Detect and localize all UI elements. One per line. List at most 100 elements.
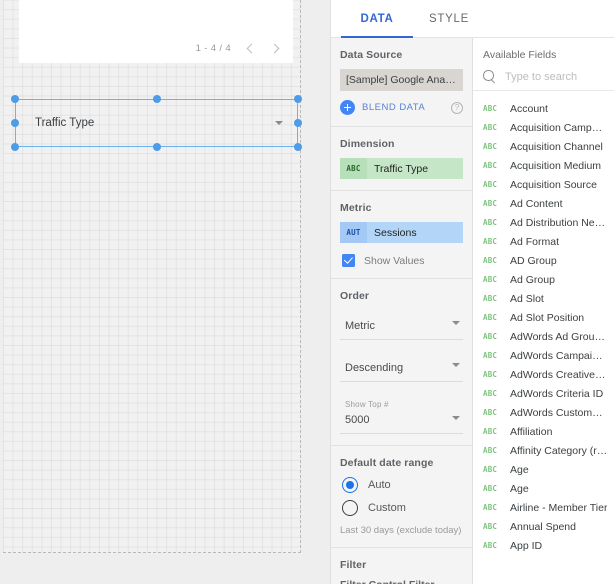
field-list-item[interactable]: ABC Ad Content [473, 194, 614, 213]
filter-control-widget[interactable]: Traffic Type [11, 95, 302, 151]
section-filter: Filter Filter Control Filter [331, 548, 472, 584]
resize-handle-middle-left[interactable] [11, 119, 19, 127]
date-range-option-auto[interactable]: Auto [340, 477, 463, 493]
tab-style[interactable]: STYLE [413, 0, 485, 37]
available-fields-list[interactable]: ABC Account ABC Acquisition Campaign ABC Acqu… [473, 95, 614, 555]
tab-data[interactable]: DATA [341, 0, 413, 38]
section-dimension: Dimension ABC Traffic Type [331, 127, 472, 191]
radio-selected-icon[interactable] [342, 477, 358, 493]
resize-handle-bottom-left[interactable] [11, 143, 19, 151]
resize-handle-top-left[interactable] [11, 95, 19, 103]
field-list-item-label: Age [510, 463, 529, 476]
field-list-item[interactable]: ABC Age [473, 460, 614, 479]
field-list-item[interactable]: ABC AdWords Campaign ID [473, 346, 614, 365]
abc-type-icon: ABC [483, 123, 498, 132]
abc-type-icon: ABC [483, 522, 498, 531]
checkbox-icon[interactable] [342, 254, 355, 267]
dimension-title: Dimension [340, 138, 395, 150]
field-list-item[interactable]: ABC Acquisition Source [473, 175, 614, 194]
filter-control-filter-label: Filter Control Filter [340, 579, 463, 584]
data-source-chip[interactable]: [Sample] Google Analyti... [340, 69, 463, 91]
show-values-checkbox-row[interactable]: Show Values [340, 254, 463, 267]
chevron-down-icon[interactable] [452, 416, 460, 420]
field-list-item[interactable]: ABC Ad Distribution Netwo... [473, 213, 614, 232]
date-range-option-custom[interactable]: Custom [340, 500, 463, 516]
field-list-item[interactable]: ABC Age [473, 479, 614, 498]
resize-handle-bottom-right[interactable] [294, 143, 302, 151]
date-range-title: Default date range [340, 457, 434, 469]
section-data-source: Data Source [Sample] Google Analyti... B… [331, 38, 472, 127]
abc-type-icon: ABC [483, 142, 498, 151]
search-input[interactable]: Type to search [505, 71, 577, 83]
help-icon[interactable]: ? [451, 101, 463, 114]
field-list-item-label: Acquisition Medium [510, 159, 602, 172]
field-list-item[interactable]: ABC Affiliation [473, 422, 614, 441]
field-list-item-label: Ad Group [510, 273, 555, 286]
metric-title: Metric [340, 202, 372, 214]
chevron-down-icon[interactable] [275, 121, 283, 125]
field-search-row[interactable]: Type to search [473, 70, 614, 91]
search-icon [483, 70, 496, 83]
resize-handle-middle-right[interactable] [294, 119, 302, 127]
show-values-label: Show Values [364, 254, 425, 267]
field-list-item[interactable]: ABC Account [473, 99, 614, 118]
table-widget[interactable]: 1 - 4 / 4 [19, 0, 293, 63]
abc-type-icon: ABC [483, 313, 498, 322]
field-list-item-label: Account [510, 102, 548, 115]
chevron-right-icon[interactable] [270, 42, 283, 55]
properties-panel: DATA STYLE Data Source [Sample] Google A… [330, 0, 614, 584]
field-list-item[interactable]: ABC AdWords Criteria ID [473, 384, 614, 403]
field-list-item-label: AD Group [510, 254, 557, 267]
dimension-field-chip[interactable]: ABC Traffic Type [340, 158, 463, 179]
field-list-item[interactable]: ABC AdWords Customer ID [473, 403, 614, 422]
field-list-item[interactable]: ABC AD Group [473, 251, 614, 270]
field-list-item[interactable]: ABC AdWords Ad Group ID [473, 327, 614, 346]
report-canvas-area[interactable]: 1 - 4 / 4 Traffic Type [0, 0, 330, 584]
field-list-item[interactable]: ABC Affinity Category (reac... [473, 441, 614, 460]
radio-unselected-icon[interactable] [342, 500, 358, 516]
resize-handle-bottom-center[interactable] [152, 143, 161, 151]
order-sort-by-select[interactable]: Metric [340, 310, 463, 340]
field-list-item-label: Acquisition Campaign [510, 121, 608, 134]
field-list-item[interactable]: ABC Acquisition Channel [473, 137, 614, 156]
pagination-count: 1 - 4 / 4 [195, 43, 231, 54]
resize-handle-top-right[interactable] [294, 95, 302, 103]
field-list-item-label: AdWords Criteria ID [510, 387, 604, 400]
panel-body: Data Source [Sample] Google Analyti... B… [331, 38, 614, 584]
field-list-item[interactable]: ABC Acquisition Medium [473, 156, 614, 175]
section-metric: Metric AUT Sessions Show Values [331, 191, 472, 279]
abc-type-icon: ABC [483, 484, 498, 493]
field-list-item-label: Acquisition Source [510, 178, 597, 191]
blend-data-label: BLEND DATA [362, 102, 426, 113]
metric-field-name: Sessions [367, 222, 463, 243]
field-list-item[interactable]: ABC Ad Slot Position [473, 308, 614, 327]
filter-control-body[interactable]: Traffic Type [16, 100, 297, 146]
field-list-item[interactable]: ABC AdWords Creative ID [473, 365, 614, 384]
chevron-down-icon[interactable] [452, 321, 460, 325]
field-list-item-label: AdWords Campaign ID [510, 349, 608, 362]
chevron-left-icon[interactable] [244, 42, 257, 55]
resize-handle-top-center[interactable] [152, 95, 161, 103]
field-list-item-label: Age [510, 482, 529, 495]
field-list-item-label: Ad Format [510, 235, 560, 248]
order-direction-select[interactable]: Descending [340, 352, 463, 382]
show-top-select[interactable]: Show Top # 5000 [340, 394, 463, 434]
field-list-item[interactable]: ABC Acquisition Campaign [473, 118, 614, 137]
report-page[interactable]: 1 - 4 / 4 Traffic Type [3, 0, 302, 553]
data-source-title: Data Source [340, 49, 403, 61]
field-list-item-label: Acquisition Channel [510, 140, 603, 153]
field-list-item[interactable]: ABC Ad Group [473, 270, 614, 289]
field-list-item[interactable]: ABC App ID [473, 536, 614, 555]
abc-type-icon: ABC [483, 104, 498, 113]
field-list-item[interactable]: ABC Ad Format [473, 232, 614, 251]
metric-field-chip[interactable]: AUT Sessions [340, 222, 463, 243]
field-list-item[interactable]: ABC Ad Slot [473, 289, 614, 308]
abc-type-icon: ABC [483, 370, 498, 379]
blend-data-button[interactable]: BLEND DATA ? [340, 100, 463, 115]
chevron-down-icon[interactable] [452, 363, 460, 367]
field-list-item[interactable]: ABC Annual Spend [473, 517, 614, 536]
section-date-range: Default date range Auto Custom Last 30 d… [331, 446, 472, 548]
field-list-item[interactable]: ABC Airline - Member Tier [473, 498, 614, 517]
field-list-item-label: Ad Slot [510, 292, 544, 305]
field-list-item-label: AdWords Ad Group ID [510, 330, 608, 343]
